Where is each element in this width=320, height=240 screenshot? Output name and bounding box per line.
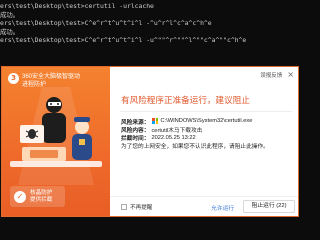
core-protection-badge[interactable]: ✓ 核晶防护 提供拦截	[10, 186, 65, 207]
console-line: ers\test\Desktop\test>certutil -urlcache	[0, 2, 154, 10]
console-bottom-area	[0, 218, 300, 240]
dialog-side-panel: 3 360安全大脑极智驱动 进程防护 ✓ 核晶防护 提供拦截	[2, 67, 110, 216]
advice-text: 为了您的上网安全，如果您不认识此程序，请阻止此操作。	[121, 144, 269, 151]
risk-content-value: certutil木马下载攻击	[151, 128, 203, 135]
console-line: 成功。	[0, 10, 20, 19]
windows-icon	[152, 118, 159, 124]
console-line: 成功。	[0, 27, 20, 36]
dont-remind-checkbox[interactable]	[121, 204, 127, 210]
guard-subtitle: 提供拦截	[30, 196, 53, 203]
360-logo-icon: 3	[8, 73, 19, 84]
close-icon[interactable]: ×	[287, 71, 294, 79]
dialog-footer: 不再提醒 允许运行 阻止运行 (22)	[110, 196, 298, 216]
divider	[120, 111, 292, 112]
report-false-positive-link[interactable]: 误报反馈	[260, 71, 282, 79]
risk-source-value: C:\WINDOWS\System32\certutil.exe	[160, 118, 253, 125]
risk-details: 风险来源： C:\WINDOWS\System32\certutil.exe 风…	[121, 117, 296, 151]
console-window: ers\test\Desktop\test>certutil -urlcache…	[0, 0, 300, 65]
guard-title: 核晶防护	[30, 189, 53, 196]
shield-icon: ✓	[14, 190, 26, 203]
block-run-button[interactable]: 阻止运行 (22)	[243, 200, 295, 213]
dialog-content: 误报反馈 × 有风险程序正准备运行，建议阻止 风险来源： C:\WINDOWS\…	[110, 67, 298, 216]
console-line: ers\test\Desktop\test>C^e^r^t^u^t^i^l -u…	[0, 36, 247, 45]
allow-run-link[interactable]: 允许运行	[211, 203, 234, 212]
alert-headline: 有风险程序正准备运行，建议阻止	[121, 95, 250, 105]
hacker-illustration-icon	[10, 87, 102, 185]
block-time-value: 2022.05.25 13:22	[151, 134, 196, 141]
block-time-row: 拦截时间： 2022.05.25 13:22	[121, 134, 296, 143]
security-alert-dialog: 3 360安全大脑极智驱动 进程防护 ✓ 核晶防护 提供拦截 误报反馈 × 有风…	[1, 66, 299, 217]
brand-title: 360安全大脑极智驱动	[22, 74, 81, 80]
console-line: ers\test\Desktop\test>C^e^r^t^u^t^i^l -^…	[0, 19, 212, 28]
dont-remind-label[interactable]: 不再提醒	[130, 203, 152, 211]
block-time-label: 拦截时间：	[121, 136, 150, 143]
